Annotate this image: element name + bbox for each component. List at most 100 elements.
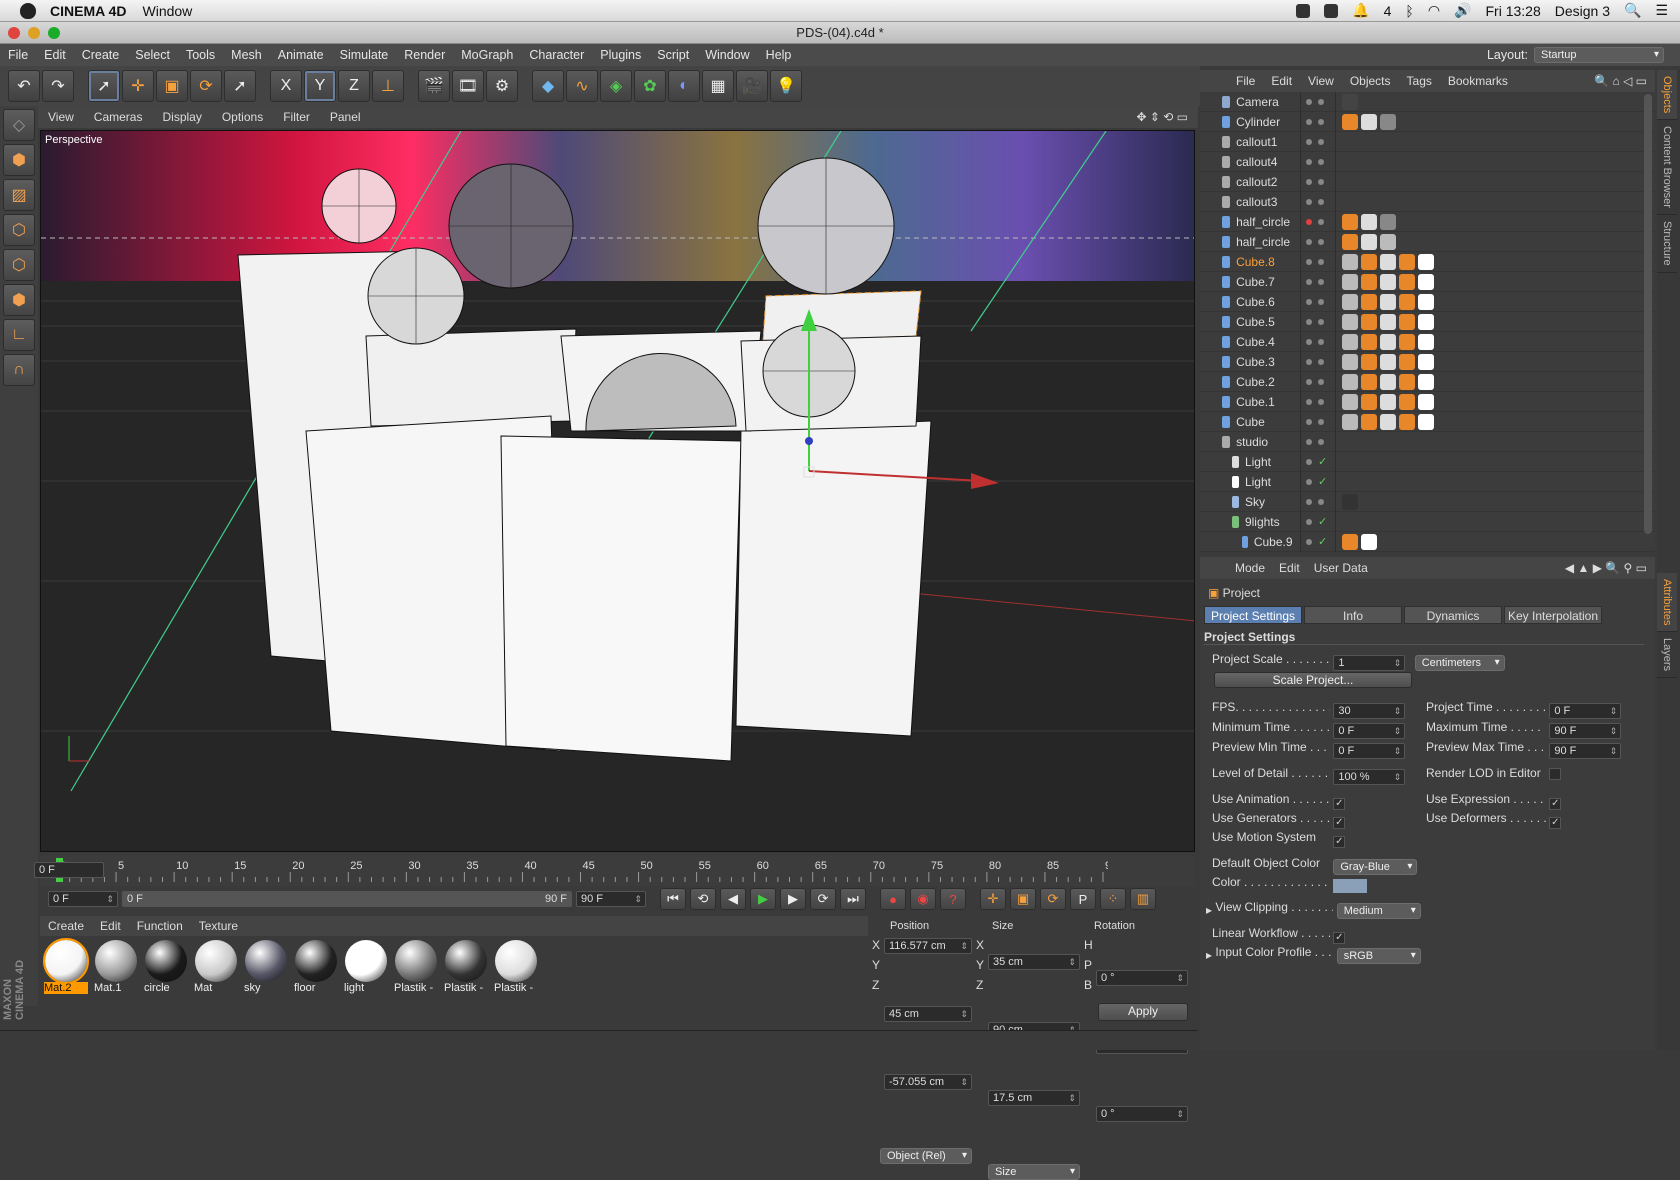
object-visibility-cell[interactable] <box>1300 231 1336 252</box>
tag-icon[interactable] <box>1380 273 1396 290</box>
object-name[interactable]: Light <box>1245 455 1300 469</box>
object-name[interactable]: callout2 <box>1236 175 1300 189</box>
object-name[interactable]: callout3 <box>1236 195 1300 209</box>
object-name[interactable]: Cube.3 <box>1236 355 1300 369</box>
viewport-menu-filter[interactable]: Filter <box>273 110 320 124</box>
side-tab-layers[interactable]: Layers <box>1657 632 1677 679</box>
tag-icon[interactable] <box>1342 493 1358 510</box>
render-visibility-dot[interactable] <box>1318 118 1324 125</box>
material-item[interactable]: light <box>344 940 388 1002</box>
tab-project-settings[interactable]: Project Settings <box>1204 606 1302 624</box>
editor-visibility-dot[interactable] <box>1306 298 1312 305</box>
use-animation-checkbox[interactable]: ✓ <box>1333 798 1346 810</box>
object-visibility-cell[interactable] <box>1300 151 1336 172</box>
object-row[interactable]: Cube.7 <box>1200 271 1655 292</box>
object-name[interactable]: Cube.1 <box>1236 395 1300 409</box>
menu-mograph[interactable]: MoGraph <box>453 48 521 62</box>
tag-icon[interactable] <box>1342 533 1358 550</box>
viewport-menu-display[interactable]: Display <box>152 110 211 124</box>
tag-icon[interactable] <box>1380 353 1396 370</box>
tag-icon[interactable] <box>1342 253 1358 270</box>
tag-icon[interactable] <box>1418 253 1434 270</box>
enabled-check-icon[interactable]: ✓ <box>1318 455 1327 468</box>
go-to-start-icon[interactable]: ⏮ <box>660 888 686 910</box>
position-field[interactable]: 45 cm <box>884 1006 972 1022</box>
bluetooth-icon[interactable]: ᛒ <box>1405 3 1413 19</box>
object-name[interactable]: callout4 <box>1236 155 1300 169</box>
render-lod-checkbox[interactable] <box>1549 768 1562 780</box>
battery-count[interactable]: 4 <box>1384 3 1392 19</box>
tag-icon[interactable] <box>1418 273 1434 290</box>
object-menu-edit[interactable]: Edit <box>1263 74 1300 88</box>
timeline-icon[interactable]: ▥ <box>1130 888 1156 910</box>
rotation-field[interactable]: 0 ° <box>1096 1106 1188 1122</box>
array-icon[interactable]: ✿ <box>634 70 666 102</box>
tag-icon[interactable] <box>1342 93 1358 110</box>
minimize-window-button[interactable] <box>28 27 40 39</box>
material-item[interactable]: Mat.2 <box>43 938 89 1002</box>
prev-frame-icon[interactable]: ◀ <box>720 888 746 910</box>
position-field[interactable]: -57.055 cm <box>884 1074 972 1090</box>
render-visibility-dot[interactable] <box>1318 438 1324 445</box>
editor-visibility-dot[interactable] <box>1306 438 1312 445</box>
size-mode-dropdown[interactable]: Size <box>988 1164 1080 1180</box>
key-position-icon[interactable]: ✛ <box>980 888 1006 910</box>
tag-icon[interactable] <box>1342 373 1358 390</box>
input-profile-expand-icon[interactable]: ▸ <box>1206 948 1212 962</box>
menu-simulate[interactable]: Simulate <box>332 48 397 62</box>
cube-object-icon[interactable]: ◆ <box>532 70 564 102</box>
coordinate-system-icon[interactable]: ⊥ <box>372 70 404 102</box>
side-tab-structure[interactable]: Structure <box>1657 215 1677 273</box>
polygons-mode-icon[interactable]: ⬢ <box>3 284 35 316</box>
object-visibility-cell[interactable]: ✓ <box>1300 471 1336 492</box>
editor-visibility-dot[interactable] <box>1306 538 1312 545</box>
use-generators-checkbox[interactable]: ✓ <box>1333 817 1346 829</box>
object-name[interactable]: Cube.6 <box>1236 295 1300 309</box>
editor-visibility-dot[interactable] <box>1306 518 1312 525</box>
object-name[interactable]: Cube <box>1236 415 1300 429</box>
tag-icon[interactable] <box>1342 313 1358 330</box>
tag-icon[interactable] <box>1399 333 1415 350</box>
preview-max-field[interactable]: 90 F <box>1549 743 1622 759</box>
material-menu-function[interactable]: Function <box>129 919 191 933</box>
menu-plugins[interactable]: Plugins <box>592 48 649 62</box>
use-expression-checkbox[interactable]: ✓ <box>1549 798 1562 810</box>
layout-dropdown[interactable]: Startup <box>1534 47 1664 63</box>
object-name[interactable]: Cube.2 <box>1236 375 1300 389</box>
tag-icon[interactable] <box>1342 393 1358 410</box>
workplane-icon[interactable]: ∟ <box>3 319 35 351</box>
enabled-check-icon[interactable]: ✓ <box>1318 475 1327 488</box>
menu-script[interactable]: Script <box>649 48 697 62</box>
object-row[interactable]: Cube.6 <box>1200 291 1655 312</box>
attr-menu-edit[interactable]: Edit <box>1272 561 1307 575</box>
tag-icon[interactable] <box>1418 413 1434 430</box>
subdivision-icon[interactable]: ◈ <box>600 70 632 102</box>
camera-icon[interactable]: 🎥 <box>736 70 768 102</box>
tag-icon[interactable] <box>1380 313 1396 330</box>
tag-icon[interactable] <box>1418 313 1434 330</box>
z-axis-toggle[interactable]: Z <box>338 70 370 102</box>
tag-icon[interactable] <box>1380 213 1396 230</box>
material-item[interactable]: sky <box>244 940 288 1002</box>
object-name[interactable]: callout1 <box>1236 135 1300 149</box>
material-item[interactable]: floor <box>294 940 338 1002</box>
object-visibility-cell[interactable] <box>1300 411 1336 432</box>
tag-icon[interactable] <box>1380 333 1396 350</box>
object-name[interactable]: Cube.9 <box>1254 535 1300 549</box>
key-pla-icon[interactable]: ⁘ <box>1100 888 1126 910</box>
lod-field[interactable]: 100 % <box>1333 769 1406 785</box>
object-menu-file[interactable]: File <box>1228 74 1263 88</box>
menu-help[interactable]: Help <box>758 48 800 62</box>
model-mode-icon[interactable]: ⬢ <box>3 144 35 176</box>
x-axis-toggle[interactable]: X <box>270 70 302 102</box>
object-name[interactable]: half_circle <box>1236 215 1300 229</box>
points-mode-icon[interactable]: ⬡ <box>3 214 35 246</box>
material-menu-create[interactable]: Create <box>40 919 92 933</box>
size-field[interactable]: 17.5 cm <box>988 1090 1080 1106</box>
user-name[interactable]: Design 3 <box>1555 3 1610 19</box>
object-visibility-cell[interactable] <box>1300 271 1336 292</box>
object-name[interactable]: Cube.8 <box>1236 255 1300 269</box>
tag-icon[interactable] <box>1399 293 1415 310</box>
key-scale-icon[interactable]: ▣ <box>1010 888 1036 910</box>
tag-icon[interactable] <box>1399 313 1415 330</box>
